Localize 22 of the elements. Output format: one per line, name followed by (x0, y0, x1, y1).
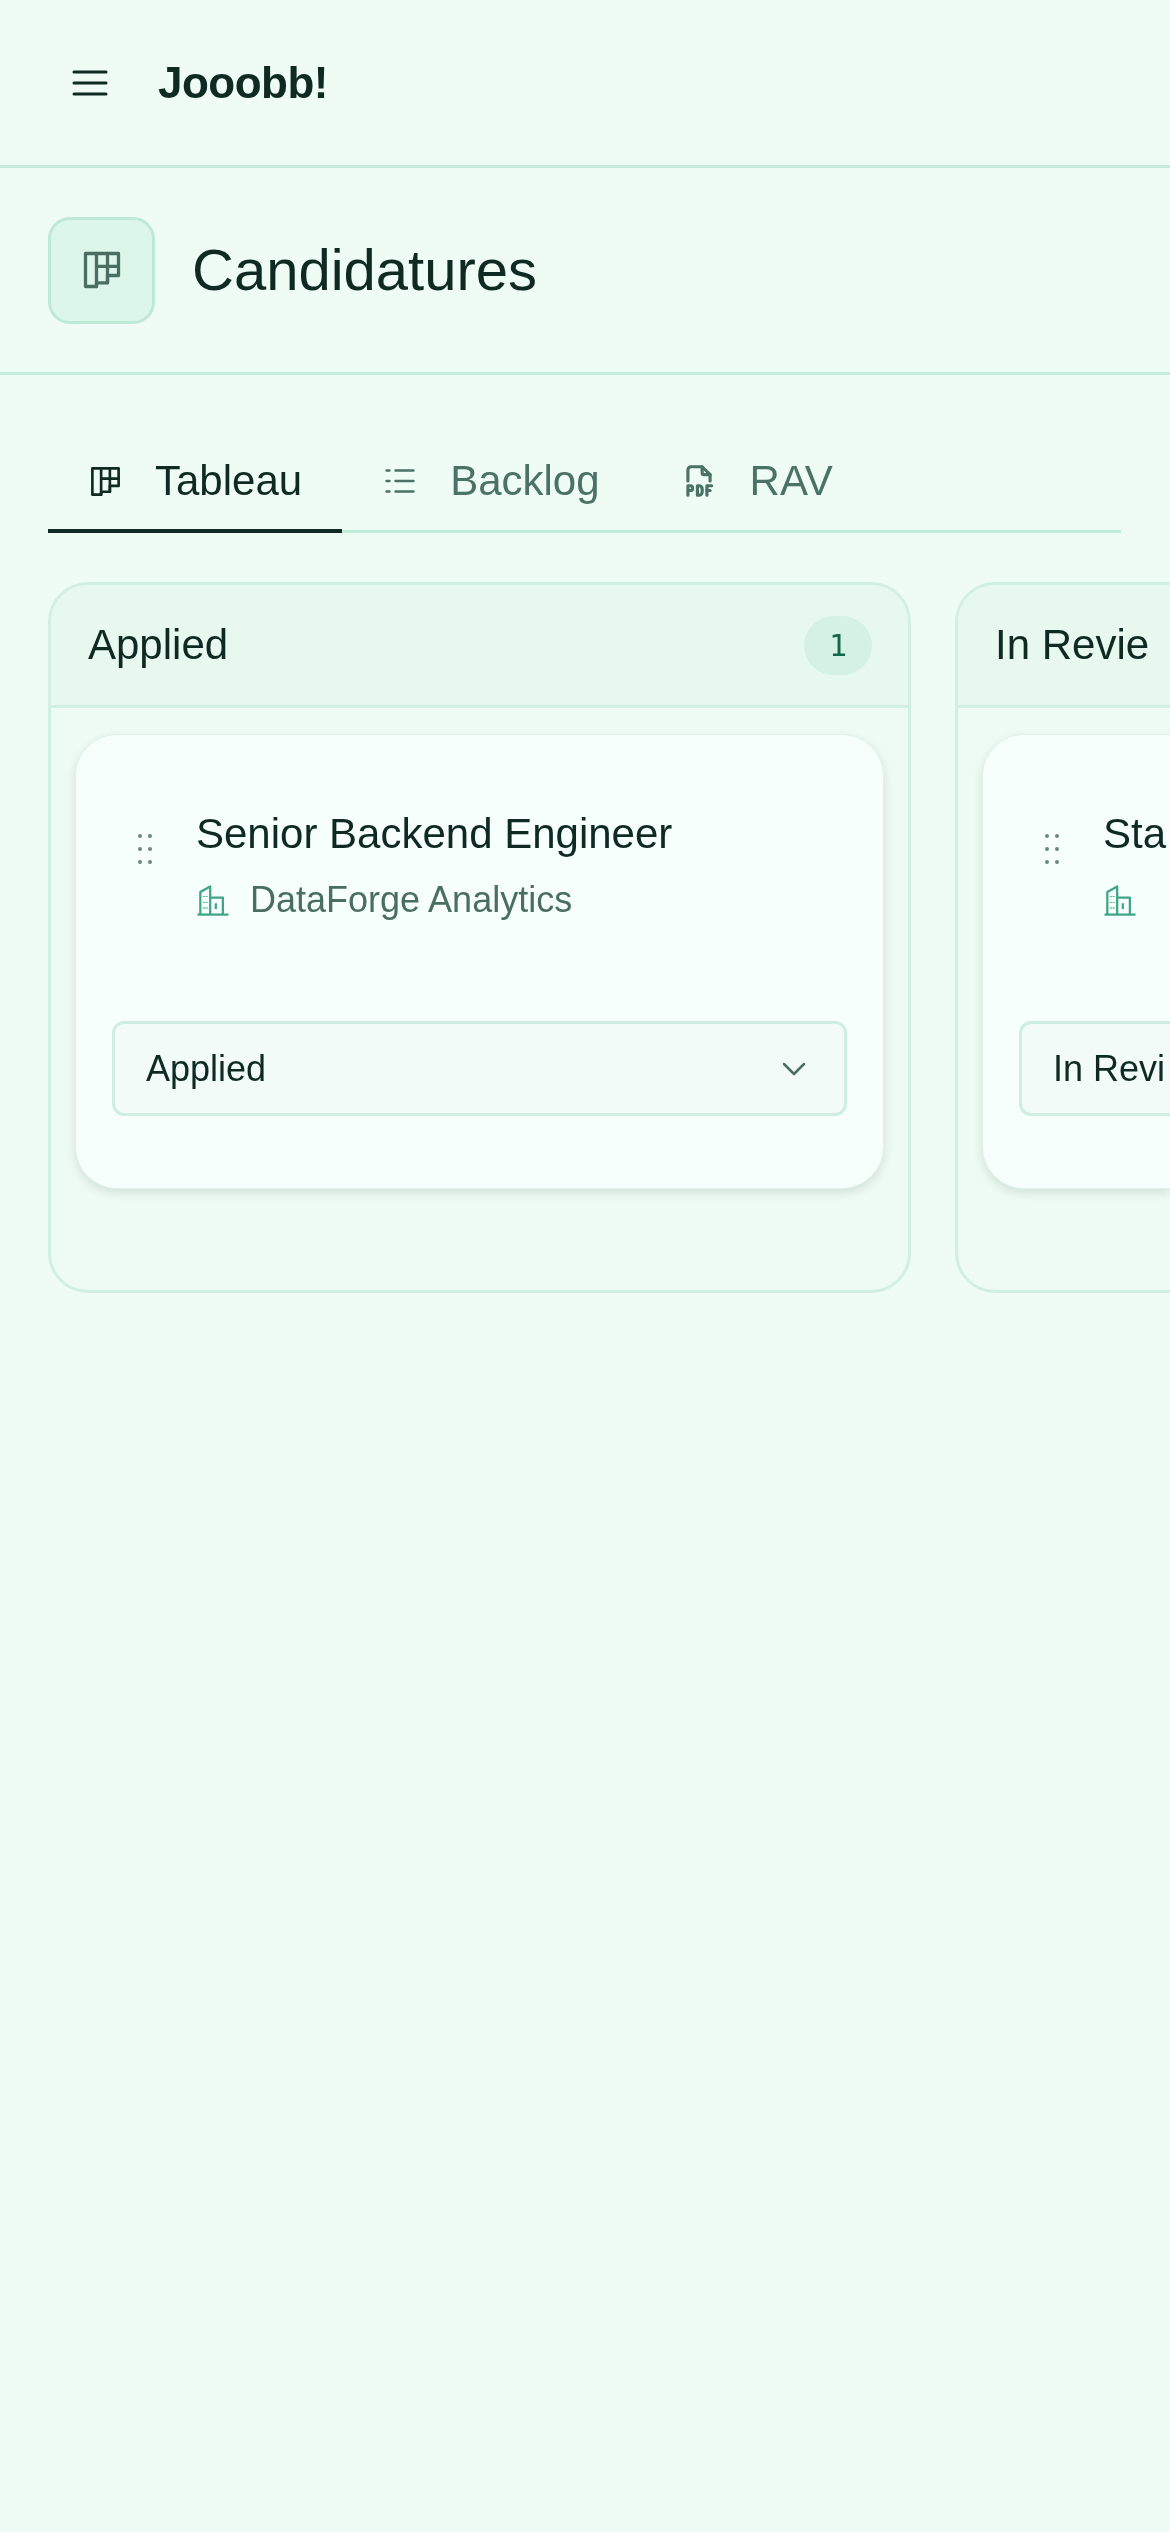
status-select[interactable]: Applied (112, 1021, 847, 1116)
menu-icon (72, 69, 108, 96)
job-card[interactable]: Senior Backend Engineer DataForge Analytics Applied (75, 734, 884, 1189)
status-select[interactable]: In Revi (1019, 1021, 1170, 1116)
column-title: Applied (88, 624, 229, 666)
drag-handle-icon[interactable] (1045, 834, 1059, 864)
menu-button[interactable] (72, 69, 108, 96)
column-title: In Revie (995, 624, 1150, 666)
building-icon (196, 884, 230, 916)
job-card[interactable]: Sta In Revi (982, 734, 1170, 1189)
drag-handle-icon[interactable] (138, 834, 152, 864)
tab[interactable]: Tableau (48, 433, 343, 533)
job-title: Senior Backend Engineer (196, 810, 673, 858)
company-name: DataForge Analytics (250, 878, 573, 922)
building-icon (1103, 884, 1137, 916)
kanban-board-icon (48, 216, 155, 324)
app-name[interactable]: Jooobb! (158, 60, 328, 105)
tab[interactable]: Backlog (342, 433, 640, 533)
page-title: Candidatures (192, 241, 537, 299)
tab[interactable]: RAV (639, 433, 873, 533)
count-badge: 1 (804, 615, 872, 675)
job-title: Sta (1103, 810, 1167, 858)
